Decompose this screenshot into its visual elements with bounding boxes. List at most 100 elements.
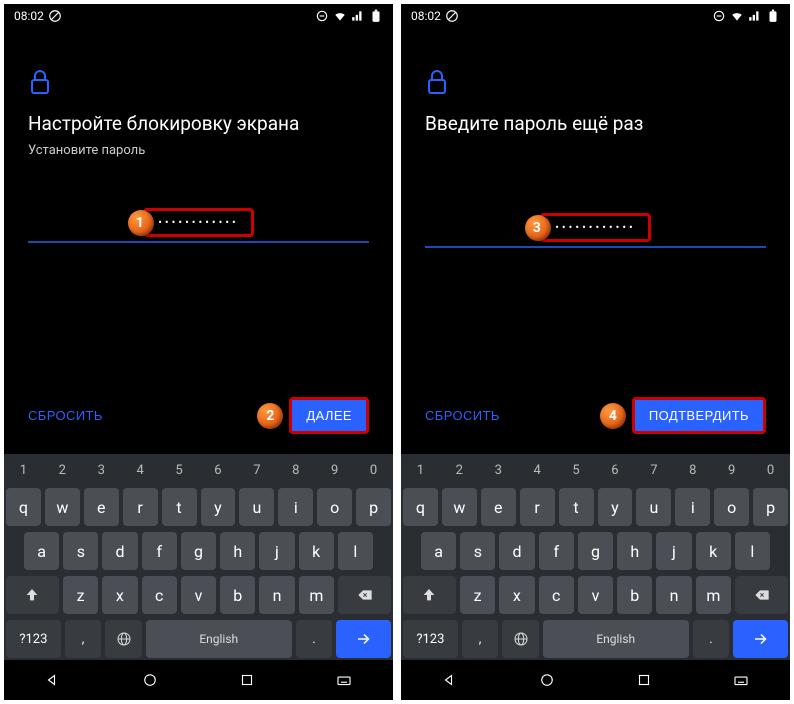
key-d[interactable]: d — [499, 532, 534, 570]
key-0[interactable]: 0 — [753, 458, 788, 482]
key-shift[interactable] — [6, 576, 59, 614]
key-f[interactable]: f — [539, 532, 574, 570]
key-w[interactable]: w — [442, 488, 477, 526]
key-period[interactable]: . — [296, 620, 333, 658]
key-5[interactable]: 5 — [162, 458, 197, 482]
key-u[interactable]: u — [239, 488, 274, 526]
key-6[interactable]: 6 — [598, 458, 633, 482]
key-t[interactable]: t — [559, 488, 594, 526]
key-c[interactable]: c — [539, 576, 574, 614]
nav-keyboard-icon[interactable] — [732, 671, 750, 689]
key-symbols[interactable]: ?123 — [6, 620, 61, 658]
key-j[interactable]: j — [259, 532, 294, 570]
key-k[interactable]: k — [299, 532, 334, 570]
key-g[interactable]: g — [578, 532, 613, 570]
nav-back-icon[interactable] — [441, 671, 459, 689]
key-x[interactable]: x — [499, 576, 534, 614]
key-enter[interactable] — [336, 620, 391, 658]
key-symbols[interactable]: ?123 — [403, 620, 458, 658]
key-p[interactable]: p — [356, 488, 391, 526]
key-9[interactable]: 9 — [317, 458, 352, 482]
key-l[interactable]: l — [735, 532, 770, 570]
key-language[interactable] — [502, 620, 539, 658]
nav-back-icon[interactable] — [44, 671, 62, 689]
nav-keyboard-icon[interactable] — [335, 671, 353, 689]
key-9[interactable]: 9 — [714, 458, 749, 482]
key-shift[interactable] — [403, 576, 456, 614]
key-v[interactable]: v — [578, 576, 613, 614]
key-k[interactable]: k — [696, 532, 731, 570]
key-1[interactable]: 1 — [6, 458, 41, 482]
key-o[interactable]: o — [317, 488, 352, 526]
key-4[interactable]: 4 — [520, 458, 555, 482]
key-q[interactable]: q — [403, 488, 438, 526]
keyboard[interactable]: 1 2 3 4 5 6 7 8 9 0 q w e r t y u i o p … — [4, 454, 393, 660]
key-v[interactable]: v — [181, 576, 216, 614]
key-1[interactable]: 1 — [403, 458, 438, 482]
key-f[interactable]: f — [142, 532, 177, 570]
key-c[interactable]: c — [142, 576, 177, 614]
key-language[interactable] — [105, 620, 142, 658]
key-u[interactable]: u — [636, 488, 671, 526]
key-i[interactable]: i — [278, 488, 313, 526]
key-q[interactable]: q — [6, 488, 41, 526]
key-8[interactable]: 8 — [675, 458, 710, 482]
key-o[interactable]: o — [714, 488, 749, 526]
key-p[interactable]: p — [753, 488, 788, 526]
key-2[interactable]: 2 — [442, 458, 477, 482]
next-button[interactable]: ДАЛЕЕ — [289, 397, 369, 434]
key-enter[interactable] — [733, 620, 788, 658]
key-period[interactable]: . — [693, 620, 730, 658]
nav-recent-icon[interactable] — [635, 671, 653, 689]
key-t[interactable]: t — [162, 488, 197, 526]
key-r[interactable]: r — [520, 488, 555, 526]
key-comma[interactable]: , — [65, 620, 102, 658]
key-d[interactable]: d — [102, 532, 137, 570]
key-b[interactable]: b — [617, 576, 652, 614]
key-y[interactable]: y — [201, 488, 236, 526]
key-n[interactable]: n — [656, 576, 691, 614]
key-g[interactable]: g — [181, 532, 216, 570]
key-backspace[interactable] — [735, 576, 788, 614]
reset-button[interactable]: СБРОСИТЬ — [28, 408, 103, 423]
nav-recent-icon[interactable] — [238, 671, 256, 689]
password-field[interactable]: 1 •••••••••••• — [28, 208, 369, 243]
key-s[interactable]: s — [63, 532, 98, 570]
nav-home-icon[interactable] — [141, 671, 159, 689]
key-y[interactable]: y — [598, 488, 633, 526]
keyboard[interactable]: 1 2 3 4 5 6 7 8 9 0 q w e r t y u i o p … — [401, 454, 790, 660]
confirm-button[interactable]: ПОДТВЕРДИТЬ — [632, 397, 766, 434]
key-4[interactable]: 4 — [123, 458, 158, 482]
key-backspace[interactable] — [338, 576, 391, 614]
key-r[interactable]: r — [123, 488, 158, 526]
nav-home-icon[interactable] — [538, 671, 556, 689]
reset-button[interactable]: СБРОСИТЬ — [425, 408, 500, 423]
key-m[interactable]: m — [696, 576, 731, 614]
key-0[interactable]: 0 — [356, 458, 391, 482]
key-space[interactable]: English — [543, 620, 689, 658]
key-5[interactable]: 5 — [559, 458, 594, 482]
key-m[interactable]: m — [299, 576, 334, 614]
key-7[interactable]: 7 — [636, 458, 671, 482]
key-2[interactable]: 2 — [45, 458, 80, 482]
key-8[interactable]: 8 — [278, 458, 313, 482]
key-e[interactable]: e — [84, 488, 119, 526]
key-i[interactable]: i — [675, 488, 710, 526]
key-3[interactable]: 3 — [481, 458, 516, 482]
key-e[interactable]: e — [481, 488, 516, 526]
key-z[interactable]: z — [460, 576, 495, 614]
key-j[interactable]: j — [656, 532, 691, 570]
key-space[interactable]: English — [146, 620, 292, 658]
key-h[interactable]: h — [617, 532, 652, 570]
key-6[interactable]: 6 — [201, 458, 236, 482]
key-z[interactable]: z — [63, 576, 98, 614]
key-b[interactable]: b — [220, 576, 255, 614]
key-l[interactable]: l — [338, 532, 373, 570]
password-field[interactable]: 3 •••••••••••• — [425, 213, 766, 248]
key-x[interactable]: x — [102, 576, 137, 614]
key-n[interactable]: n — [259, 576, 294, 614]
key-w[interactable]: w — [45, 488, 80, 526]
key-comma[interactable]: , — [462, 620, 499, 658]
key-a[interactable]: a — [421, 532, 456, 570]
key-h[interactable]: h — [220, 532, 255, 570]
